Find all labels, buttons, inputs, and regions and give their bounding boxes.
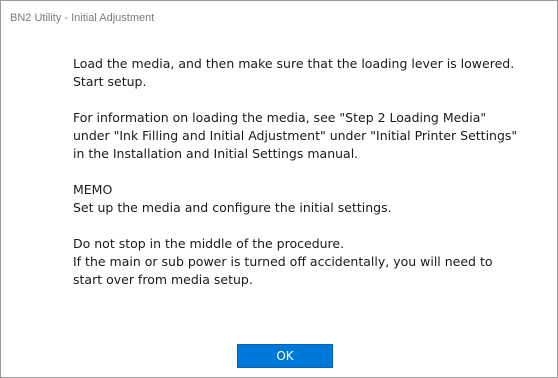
- message-start-setup-text: Start setup.: [73, 74, 147, 89]
- message-load-media-text: Load the media, and then make sure that …: [73, 56, 515, 71]
- memo-text: Set up the media and configure the initi…: [73, 200, 392, 215]
- dialog-title: BN2 Utility - Initial Adjustment: [10, 12, 155, 24]
- message-info-text: For information on loading the media, se…: [73, 110, 518, 161]
- message-block-load-media: Load the media, and then make sure that …: [73, 55, 523, 91]
- warning-power-text: If the main or sub power is turned off a…: [73, 254, 493, 287]
- memo-heading: MEMO: [73, 182, 113, 197]
- ok-button[interactable]: OK: [237, 344, 333, 368]
- dialog-window: BN2 Utility - Initial Adjustment Load th…: [0, 0, 558, 378]
- message-block-warning: Do not stop in the middle of the procedu…: [73, 235, 523, 289]
- message-block-info: For information on loading the media, se…: [73, 109, 523, 163]
- message-block-memo: MEMO Set up the media and configure the …: [73, 181, 523, 217]
- message-area: Load the media, and then make sure that …: [73, 55, 523, 307]
- warning-text: Do not stop in the middle of the procedu…: [73, 236, 345, 251]
